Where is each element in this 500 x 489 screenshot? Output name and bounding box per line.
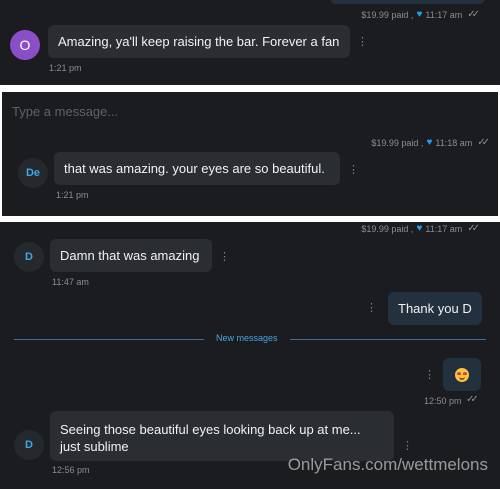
emoji-bubble [443,358,481,391]
message-input[interactable]: Type a message... [12,104,118,119]
paid-amount: $19.99 paid , [361,9,414,20]
kebab-menu-icon[interactable]: ⋮ [366,303,377,314]
kebab-menu-icon[interactable]: ⋮ [424,370,435,381]
avatar[interactable]: D [14,430,44,460]
avatar[interactable]: O [10,30,40,60]
message-bubble: Amazing, ya'll keep raising the bar. For… [48,25,350,58]
avatar[interactable]: De [18,158,48,188]
double-check-icon: ✓✓ [466,394,479,405]
message-bubble: Seeing those beautiful eyes looking back… [50,411,394,461]
kebab-menu-icon[interactable]: ⋮ [402,441,413,452]
smiling-face-with-hearts-icon [455,367,469,382]
paid-meta: $19.99 paid , ♥ 11:17 am ✓✓ [361,223,480,234]
reply-bubble: Thank you D [388,292,482,325]
message-text: that was amazing. your eyes are so beaut… [64,161,325,176]
kebab-menu-icon[interactable]: ⋮ [357,37,368,48]
message-time: 12:50 pm [424,396,462,406]
message-text: Seeing those beautiful eyes looking back… [60,422,361,454]
paid-meta: $19.99 paid , ♥ 11:18 am ✓✓ [371,137,490,148]
paid-time: 11:17 am [425,223,463,234]
double-check-icon: ✓✓ [467,223,480,234]
reply-text: Thank you D [398,301,472,316]
message-text: Damn that was amazing [60,248,200,263]
message-time: 12:56 pm [52,465,90,475]
watermark: OnlyFans.com/wettmelons [287,455,488,474]
message-time: 1:21 pm [56,190,89,200]
avatar[interactable]: D [14,242,44,272]
paid-amount: $19.99 paid , [371,137,424,148]
previous-bubble-edge [330,0,485,4]
new-messages-divider [290,339,486,340]
message-text: Amazing, ya'll keep raising the bar. For… [58,34,340,49]
kebab-menu-icon[interactable]: ⋮ [219,252,230,263]
kebab-menu-icon[interactable]: ⋮ [348,165,359,176]
message-bubble: Damn that was amazing [50,239,212,272]
paid-meta: $19.99 paid , ♥ 11:17 am ✓✓ [361,9,480,20]
new-messages-label: New messages [216,333,278,343]
heart-icon[interactable]: ♥ [416,9,422,20]
message-bubble: that was amazing. your eyes are so beaut… [54,152,340,185]
chat-panel-top: $19.99 paid , ♥ 11:17 am ✓✓ O Amazing, y… [0,0,500,85]
double-check-icon: ✓✓ [467,9,480,20]
paid-amount: $19.99 paid , [361,223,414,234]
chat-panel-middle: Type a message... $19.99 paid , ♥ 11:18 … [2,92,498,216]
double-check-icon: ✓✓ [477,137,490,148]
new-messages-divider [14,339,204,340]
message-time: 11:47 am [52,277,89,287]
heart-icon[interactable]: ♥ [426,137,432,148]
chat-panel-thread: $19.99 paid , ♥ 11:17 am ✓✓ D Damn that … [0,222,500,489]
heart-icon[interactable]: ♥ [416,223,422,234]
paid-time: 11:18 am [435,137,473,148]
message-time: 1:21 pm [49,63,82,73]
paid-time: 11:17 am [425,9,463,20]
